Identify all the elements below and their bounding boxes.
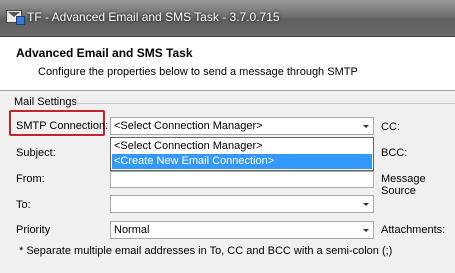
dialog-header: Advanced Email and SMS Task Configure th… [0, 37, 455, 91]
dropdown-option-select-connection[interactable]: <Select Connection Manager> [112, 139, 372, 154]
from-label: From: [16, 173, 45, 185]
header-title: Advanced Email and SMS Task [16, 46, 193, 60]
attachments-label: Attachments: [381, 224, 446, 236]
header-subtitle: Configure the properties below to send a… [38, 66, 358, 78]
smtp-connection-label: SMTP Connection: [16, 120, 109, 132]
title-bar: TF - Advanced Email and SMS Task - 3.7.0… [0, 0, 455, 37]
smtp-connection-value: <Select Connection Manager> [114, 120, 263, 132]
message-source-label: Message Source [381, 173, 426, 197]
chevron-down-icon[interactable] [363, 203, 369, 206]
priority-label: Priority [16, 224, 51, 236]
smtp-connection-dropdown-list[interactable]: <Select Connection Manager> <Create New … [110, 137, 374, 171]
chevron-down-icon[interactable] [363, 229, 369, 232]
priority-combo[interactable]: Normal [110, 221, 374, 239]
priority-value: Normal [114, 224, 150, 236]
email-task-icon [6, 10, 25, 25]
cc-label: CC: [381, 121, 400, 133]
to-label: To: [16, 199, 31, 211]
to-combo[interactable] [110, 195, 374, 213]
subject-label: Subject: [16, 147, 56, 159]
smtp-connection-combo[interactable]: <Select Connection Manager> [110, 117, 374, 135]
mail-settings-group-label: Mail Settings [14, 96, 77, 108]
chevron-down-icon[interactable] [363, 125, 369, 128]
from-field[interactable] [110, 171, 374, 188]
bcc-label: BCC: [381, 147, 408, 159]
group-divider [76, 103, 455, 104]
window-title: TF - Advanced Email and SMS Task - 3.7.0… [27, 10, 280, 24]
dropdown-option-create-new-connection[interactable]: <Create New Email Connection> [112, 154, 372, 169]
address-separator-note: * Separate multiple email addresses in T… [19, 245, 393, 257]
